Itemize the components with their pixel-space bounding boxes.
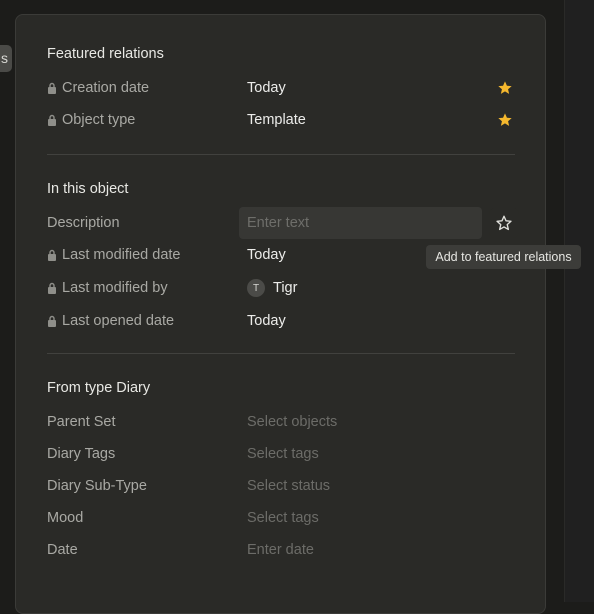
star-filled-icon[interactable] — [495, 110, 515, 130]
relation-label: Diary Tags — [47, 446, 116, 462]
relation-value-placeholder[interactable]: Select tags — [247, 446, 319, 462]
relation-row-parent-set[interactable]: Parent Set Select objects — [47, 410, 517, 434]
relation-label: Last modified date — [62, 247, 181, 263]
star-filled-icon[interactable] — [495, 78, 515, 98]
left-tab[interactable]: s — [0, 45, 12, 72]
section-divider — [47, 353, 515, 354]
section-title-featured: Featured relations — [47, 46, 164, 62]
relation-label: Date — [47, 542, 78, 558]
relation-row-date[interactable]: Date Enter date — [47, 538, 517, 562]
lock-icon — [48, 82, 56, 94]
relation-label: Object type — [62, 112, 136, 128]
relation-value-placeholder[interactable]: Select status — [247, 478, 330, 494]
relation-row-last-opened-date[interactable]: Last opened date Today — [47, 309, 517, 333]
relation-label: Mood — [47, 510, 84, 526]
relation-label: Description — [47, 215, 120, 231]
relation-value[interactable]: Tigr — [273, 280, 297, 296]
right-scroll-area — [564, 0, 594, 602]
description-input[interactable]: Enter text — [239, 207, 482, 239]
relation-row-description[interactable]: Description Enter text — [47, 207, 517, 239]
relation-value: Today — [247, 313, 286, 329]
relation-label: Diary Sub-Type — [47, 478, 147, 494]
star-outline-icon[interactable] — [489, 208, 519, 238]
lock-icon — [48, 315, 56, 327]
relation-label: Parent Set — [47, 414, 116, 430]
relation-row-mood[interactable]: Mood Select tags — [47, 506, 517, 530]
relation-value-placeholder[interactable]: Select objects — [247, 414, 337, 430]
relation-value: Today — [247, 247, 286, 263]
relations-panel: Featured relations Creation date Today O… — [15, 14, 546, 614]
avatar: T — [247, 279, 265, 297]
section-divider — [47, 154, 515, 155]
lock-icon — [48, 249, 56, 261]
section-title-from-type: From type Diary — [47, 380, 151, 396]
lock-icon — [48, 114, 56, 126]
relation-label: Last modified by — [62, 280, 168, 296]
tooltip: Add to featured relations — [426, 245, 581, 269]
relation-value-placeholder[interactable]: Enter date — [247, 542, 314, 558]
relation-label: Last opened date — [62, 313, 175, 329]
relation-row-object-type[interactable]: Object type Template — [47, 108, 517, 132]
relation-row-creation-date[interactable]: Creation date Today — [47, 76, 517, 100]
lock-icon — [48, 282, 56, 294]
relation-value: Template — [247, 112, 306, 128]
relation-value: Today — [247, 80, 286, 96]
relation-row-diary-sub-type[interactable]: Diary Sub-Type Select status — [47, 474, 517, 498]
relation-label: Creation date — [62, 80, 150, 96]
relation-row-last-modified-by[interactable]: Last modified by T Tigr — [47, 276, 517, 300]
relation-value-placeholder[interactable]: Select tags — [247, 510, 319, 526]
relation-row-diary-tags[interactable]: Diary Tags Select tags — [47, 442, 517, 466]
section-title-in-object: In this object — [47, 181, 129, 197]
